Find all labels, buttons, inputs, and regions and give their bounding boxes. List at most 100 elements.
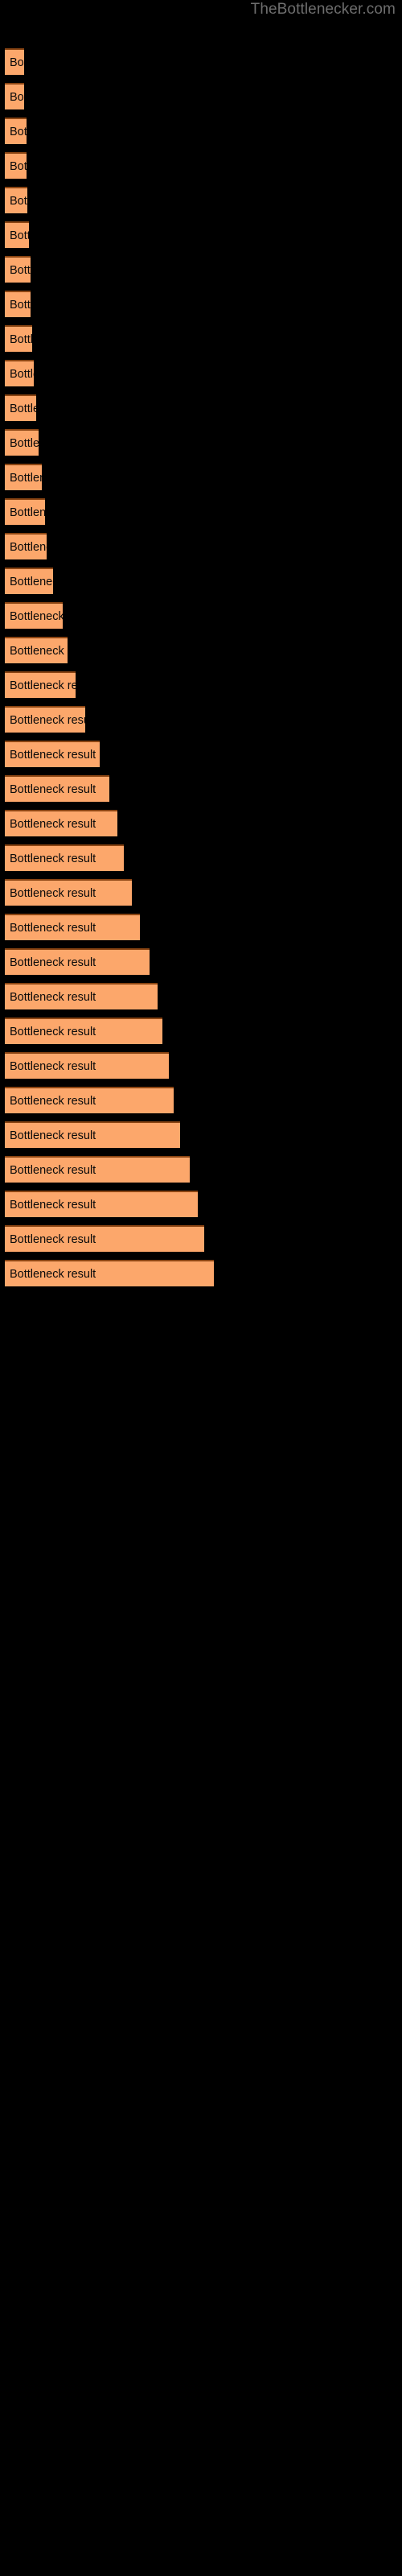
bar-label: Bottleneck result bbox=[10, 679, 76, 692]
bar-label: Bottleneck result bbox=[10, 575, 53, 588]
bar[interactable]: Bottleneck result bbox=[5, 1260, 214, 1286]
bar-label: Bottleneck result bbox=[10, 229, 29, 242]
bar-row: Bottleneck result bbox=[0, 1051, 402, 1080]
bar-row: Bottleneck result bbox=[0, 358, 402, 387]
bar-label: Bottleneck result bbox=[10, 540, 47, 554]
bar-label: Bottleneck result bbox=[10, 956, 96, 969]
bar-label: Bottleneck result bbox=[10, 332, 32, 346]
bar[interactable]: Bottleneck result bbox=[5, 325, 32, 352]
bar[interactable]: Bottleneck result bbox=[5, 706, 85, 733]
bar-label: Bottleneck result bbox=[10, 506, 45, 519]
bar-label: Bottleneck result bbox=[10, 817, 96, 831]
bar-label: Bottleneck result bbox=[10, 1232, 96, 1246]
bar-row: Bottleneck result bbox=[0, 601, 402, 630]
bar-label: Bottleneck result bbox=[10, 1198, 96, 1212]
bar-chart: TheBottlenecker.com Bottleneck resultBot… bbox=[0, 0, 402, 2576]
bar-label: Bottleneck result bbox=[10, 56, 24, 69]
bar-row: Bottleneck result bbox=[0, 254, 402, 283]
bar-label: Bottleneck result bbox=[10, 436, 39, 450]
bar-row: Bottleneck result bbox=[0, 462, 402, 491]
bar-row: Bottleneck result bbox=[0, 324, 402, 353]
bar[interactable]: Bottleneck result bbox=[5, 1156, 190, 1183]
bar-row: Bottleneck result bbox=[0, 566, 402, 595]
bar-row: Bottleneck result bbox=[0, 774, 402, 803]
bar[interactable]: Bottleneck result bbox=[5, 948, 150, 975]
bar-label: Bottleneck result bbox=[10, 1163, 96, 1177]
bar[interactable]: Bottleneck result bbox=[5, 1225, 204, 1252]
bar-row: Bottleneck result bbox=[0, 427, 402, 456]
bar[interactable]: Bottleneck result bbox=[5, 394, 36, 421]
bar-row: Bottleneck result bbox=[0, 185, 402, 214]
bar[interactable]: Bottleneck result bbox=[5, 671, 76, 698]
bar[interactable]: Bottleneck result bbox=[5, 602, 63, 629]
bar-label: Bottleneck result bbox=[10, 748, 96, 762]
bar[interactable]: Bottleneck result bbox=[5, 533, 47, 559]
bar-label: Bottleneck result bbox=[10, 990, 96, 1004]
bar[interactable]: Bottleneck result bbox=[5, 637, 68, 663]
bar-row: Bottleneck result bbox=[0, 497, 402, 526]
bar[interactable]: Bottleneck result bbox=[5, 221, 29, 248]
bar-label: Bottleneck result bbox=[10, 125, 27, 138]
bar[interactable]: Bottleneck result bbox=[5, 1121, 180, 1148]
bar[interactable]: Bottleneck result bbox=[5, 429, 39, 456]
bar-row: Bottleneck result bbox=[0, 704, 402, 733]
bar[interactable]: Bottleneck result bbox=[5, 1191, 198, 1217]
bar-label: Bottleneck result bbox=[10, 921, 96, 935]
bar[interactable]: Bottleneck result bbox=[5, 983, 158, 1009]
bar[interactable]: Bottleneck result bbox=[5, 1018, 162, 1044]
bar-label: Bottleneck result bbox=[10, 263, 31, 277]
plot-area: Bottleneck result Bottleneck result Bottle… bbox=[0, 0, 402, 2576]
bar[interactable]: Bottleneck result bbox=[5, 775, 109, 802]
bar-label: Bottleneck result bbox=[10, 159, 27, 173]
bar[interactable]: Bottleneck result bbox=[5, 152, 27, 179]
bar[interactable]: Bottleneck result bbox=[5, 464, 42, 490]
bar[interactable]: Bottleneck result bbox=[5, 844, 124, 871]
bar-row: Bottleneck result bbox=[0, 877, 402, 906]
bar[interactable]: Bottleneck result bbox=[5, 83, 24, 109]
bar-label: Bottleneck result bbox=[10, 1025, 96, 1038]
bar-row: Bottleneck result bbox=[0, 843, 402, 872]
bar-row: Bottleneck result bbox=[0, 1189, 402, 1218]
bar-row: Bottleneck result bbox=[0, 739, 402, 768]
bar-label: Bottleneck result bbox=[10, 644, 68, 658]
bar-row: Bottleneck result bbox=[0, 1224, 402, 1253]
bar-row: Bottleneck result bbox=[0, 81, 402, 110]
bar-row: Bottleneck result bbox=[0, 981, 402, 1010]
bar-row: Bottleneck result bbox=[0, 1016, 402, 1045]
bar-label: Bottleneck result bbox=[10, 1094, 96, 1108]
bar-label: Bottleneck result bbox=[10, 298, 31, 312]
bar-row: Bottleneck result bbox=[0, 947, 402, 976]
bar-row: Bottleneck result bbox=[0, 1154, 402, 1183]
bar-label: Bottleneck result bbox=[10, 609, 63, 623]
bar[interactable]: Bottleneck result bbox=[5, 360, 34, 386]
bar-row: Bottleneck result bbox=[0, 220, 402, 249]
bar-label: Bottleneck result bbox=[10, 1129, 96, 1142]
bar[interactable]: Bottleneck result bbox=[5, 118, 27, 144]
bar[interactable]: Bottleneck result bbox=[5, 187, 27, 213]
bar[interactable]: Bottleneck result bbox=[5, 568, 53, 594]
bar-row: Bottleneck result bbox=[0, 393, 402, 422]
bar[interactable]: Bottleneck result bbox=[5, 914, 140, 940]
bar[interactable]: Bottleneck result bbox=[5, 1052, 169, 1079]
bar-label: Bottleneck result bbox=[10, 194, 27, 208]
bar-row: Bottleneck result bbox=[0, 808, 402, 837]
bar-row: Bottleneck result bbox=[0, 1258, 402, 1287]
bar-row: Bottleneck result bbox=[0, 531, 402, 560]
bar[interactable]: Bottleneck result bbox=[5, 810, 117, 836]
bar-label: Bottleneck result bbox=[10, 782, 96, 796]
bar-row: Bottleneck result bbox=[0, 116, 402, 145]
bar[interactable]: Bottleneck result bbox=[5, 498, 45, 525]
bar-row: Bottleneck result bbox=[0, 1120, 402, 1149]
bar[interactable]: Bottleneck result bbox=[5, 256, 31, 283]
bar-row: Bottleneck result bbox=[0, 1085, 402, 1114]
bar[interactable]: Bottleneck result bbox=[5, 741, 100, 767]
bar[interactable]: Bottleneck result bbox=[5, 48, 24, 75]
bar-label: Bottleneck result bbox=[10, 1267, 96, 1281]
bar-row: Bottleneck result bbox=[0, 670, 402, 699]
bar-label: Bottleneck result bbox=[10, 1059, 96, 1073]
bar-label: Bottleneck result bbox=[10, 852, 96, 865]
bar[interactable]: Bottleneck result bbox=[5, 1087, 174, 1113]
bar[interactable]: Bottleneck result bbox=[5, 291, 31, 317]
bar-label: Bottleneck result bbox=[10, 367, 34, 381]
bar[interactable]: Bottleneck result bbox=[5, 879, 132, 906]
